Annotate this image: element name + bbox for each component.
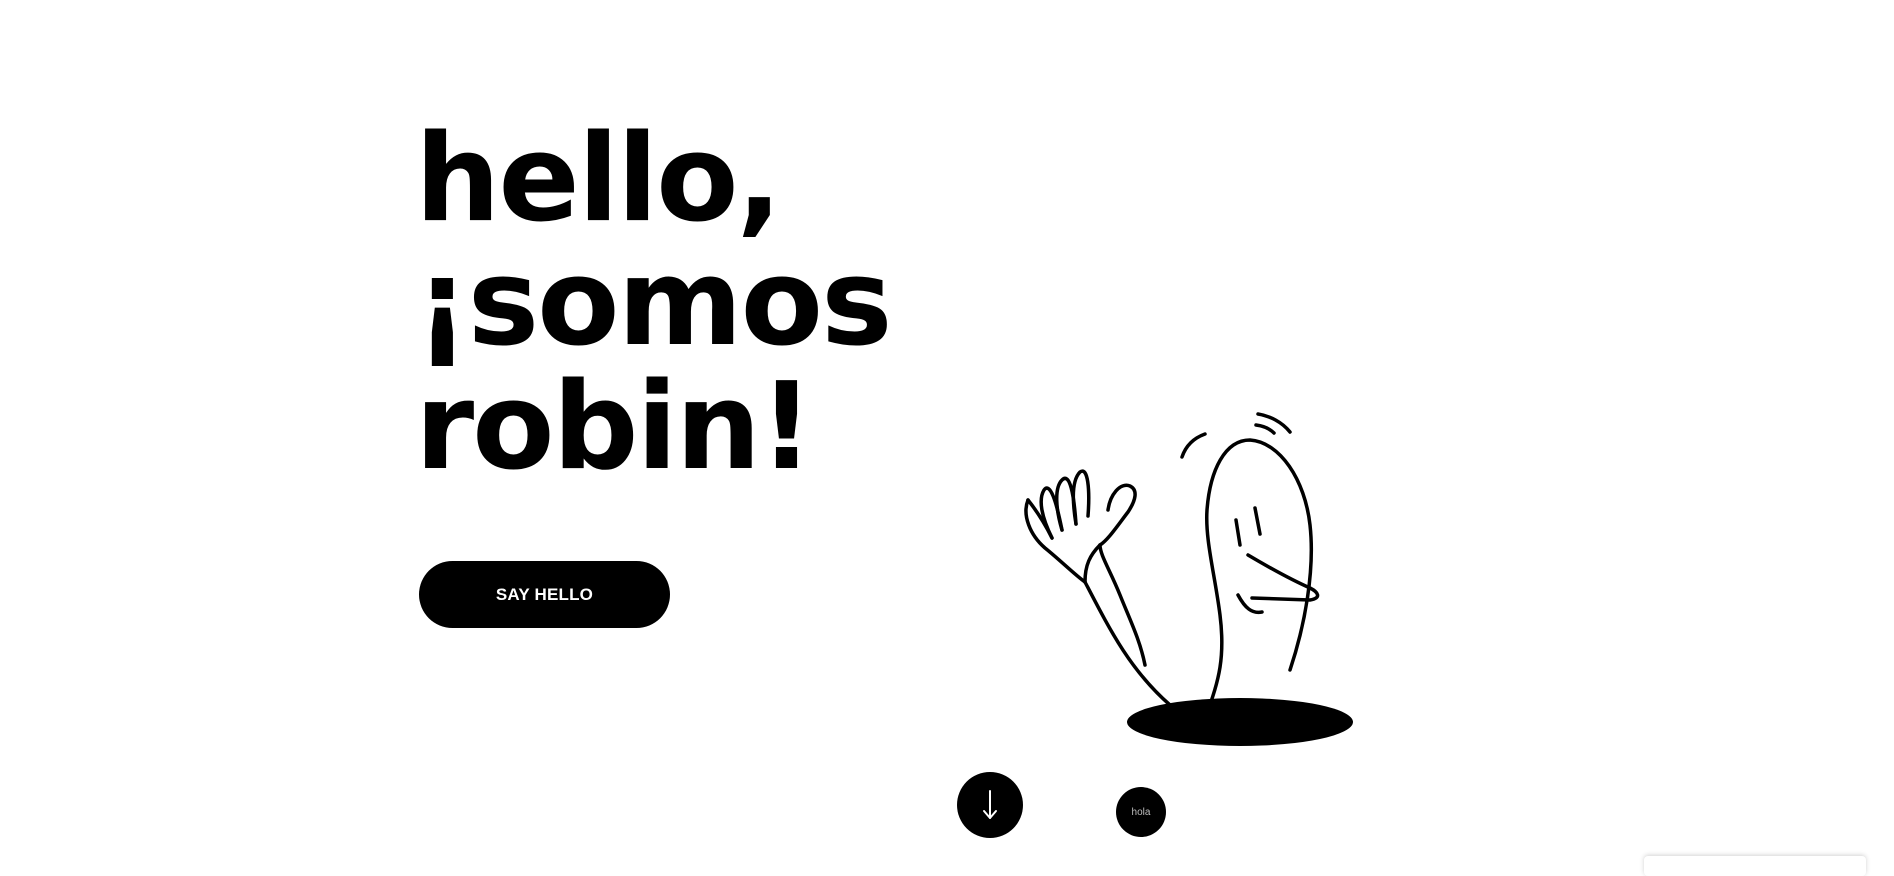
eye-right bbox=[1253, 506, 1262, 536]
motion-line-top-small bbox=[1254, 423, 1276, 435]
hero-title-line-2: ¡somos bbox=[415, 234, 892, 373]
hand-thumb bbox=[1098, 483, 1137, 547]
say-hello-label: SAY HELLO bbox=[495, 584, 594, 604]
motion-line-top bbox=[1256, 412, 1292, 434]
hand-wrist-line bbox=[1083, 543, 1102, 584]
corner-widget[interactable] bbox=[1644, 856, 1866, 876]
say-hello-button[interactable]: SAY HELLO bbox=[419, 561, 670, 628]
hand-finger-4 bbox=[1071, 469, 1091, 526]
eye-left bbox=[1234, 518, 1242, 547]
hero-title: hello, ¡somos robin! bbox=[415, 110, 892, 497]
hero-title-line-1: hello, bbox=[415, 110, 782, 249]
hole-shape bbox=[1127, 698, 1353, 746]
arm-outline bbox=[1083, 580, 1172, 707]
character-body bbox=[1203, 438, 1314, 720]
waving-character-illustration bbox=[1024, 412, 1353, 746]
motion-line-left bbox=[1180, 432, 1207, 459]
hero-title-line-3: robin! bbox=[415, 358, 814, 497]
chat-hola-button[interactable]: hola bbox=[1116, 787, 1166, 837]
scroll-down-button[interactable] bbox=[957, 772, 1023, 838]
arrow-down-icon bbox=[983, 790, 997, 819]
chat-hola-label: hola bbox=[1131, 806, 1151, 818]
